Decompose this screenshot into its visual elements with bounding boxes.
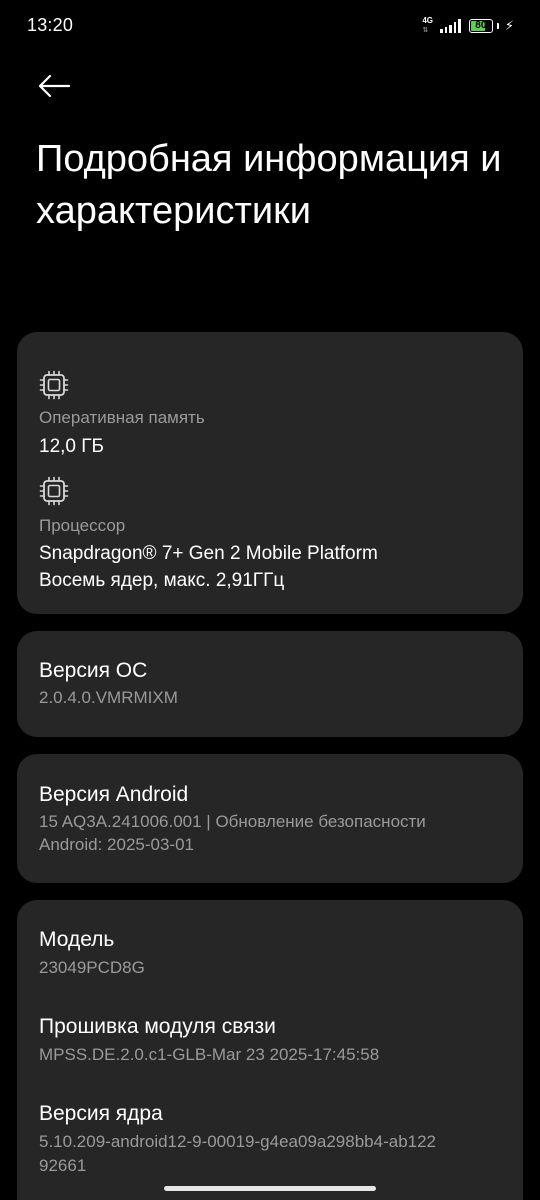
android-version-card[interactable]: Версия Android 15 AQ3A.241006.001 | Обно… <box>17 754 523 883</box>
kernel-value-line1: 5.10.209-android12-9-00019-g4ea09a298bb4… <box>39 1132 437 1151</box>
charging-bolt-icon: ⚡ <box>504 18 514 33</box>
device-info-card: Модель 23049PCD8G Прошивка модуля связи … <box>17 900 523 1200</box>
kernel-title: Версия ядра <box>39 1102 163 1125</box>
data-activity-icon: ⇅ <box>422 27 429 34</box>
cpu-value-line1: Snapdragon® 7+ Gen 2 Mobile Platform <box>39 543 378 564</box>
battery-icon: 80 <box>468 19 493 33</box>
android-version-value-line2: Android: 2025-03-01 <box>39 835 195 854</box>
page-title: Подробная информация и характеристики <box>36 138 502 232</box>
android-version-title: Версия Android <box>39 783 189 806</box>
model-value: 23049PCD8G <box>39 958 145 977</box>
status-bar: 13:20 4G ⇅ 80 ⚡ <box>0 0 540 52</box>
baseband-title: Прошивка модуля связи <box>39 1015 276 1038</box>
battery-tip <box>496 23 499 29</box>
back-button[interactable] <box>30 64 78 108</box>
ram-value: 12,0 ГБ <box>39 436 105 457</box>
signal-icon <box>440 19 461 33</box>
kernel-value-line2: 92661 <box>39 1156 87 1175</box>
ram-chip-icon <box>39 370 69 400</box>
status-icons: 4G ⇅ 80 ⚡ <box>422 15 514 37</box>
status-time: 13:20 <box>27 15 74 35</box>
model-title: Модель <box>39 928 115 951</box>
os-version-title: Версия ОС <box>39 659 148 682</box>
os-version-value: 2.0.4.0.VMRMIXM <box>39 688 178 707</box>
baseband-value: MPSS.DE.2.0.c1-GLB-Mar 23 2025-17:45:58 <box>39 1045 380 1064</box>
cpu-value-line2: Восемь ядер, макс. 2,91ГГц <box>39 570 285 591</box>
cpu-chip-icon <box>39 476 69 506</box>
cpu-label: Процессор <box>39 516 126 535</box>
home-indicator[interactable] <box>164 1186 376 1191</box>
network-type-label: 4G <box>422 16 434 25</box>
back-arrow-icon <box>38 74 71 98</box>
ram-label: Оперативная память <box>39 408 205 427</box>
battery-level: 80 <box>475 20 487 31</box>
os-version-card[interactable]: Версия ОС 2.0.4.0.VMRMIXM <box>17 631 523 737</box>
network-type-badge: 4G ⇅ <box>422 16 436 36</box>
android-version-value-line1: 15 AQ3A.241006.001 | Обновление безопасн… <box>39 812 426 831</box>
hardware-card: Оперативная память 12,0 ГБ Процессор Sna… <box>17 332 523 614</box>
